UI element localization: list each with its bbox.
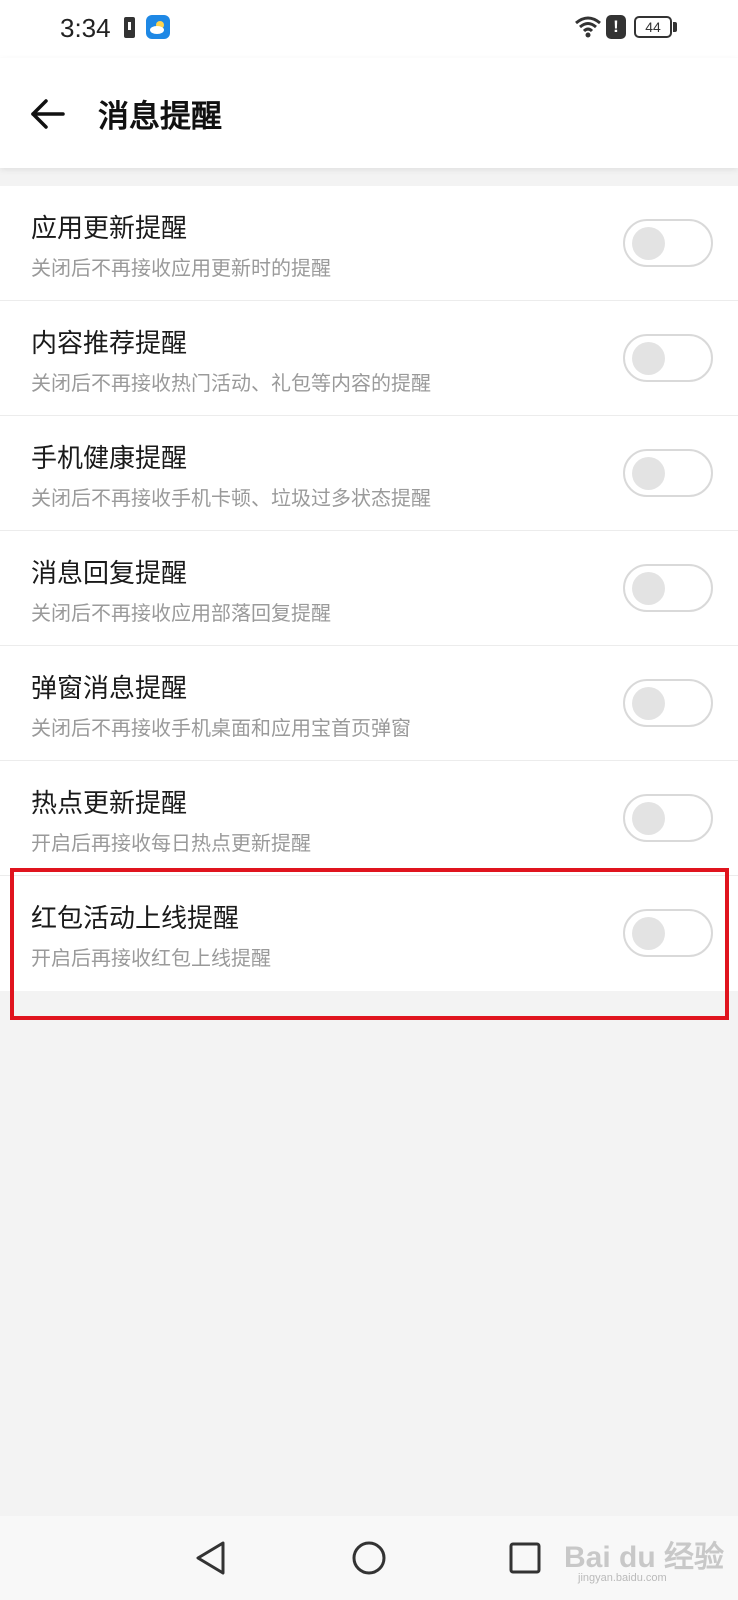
setting-title: 热点更新提醒: [31, 789, 188, 819]
wifi-icon: [574, 15, 602, 43]
battery-level: 44: [645, 19, 661, 35]
toggle-knob: [632, 227, 665, 260]
setting-row-app-update: 应用更新提醒 关闭后不再接收应用更新时的提醒: [0, 186, 738, 301]
setting-subtitle: 关闭后不再接收应用更新时的提醒: [31, 256, 331, 280]
toggle-knob: [632, 572, 665, 605]
phone-health-toggle[interactable]: [623, 449, 713, 497]
setting-title: 消息回复提醒: [31, 559, 188, 589]
popup-message-toggle[interactable]: [623, 679, 713, 727]
recents-square-icon: [509, 1542, 541, 1574]
setting-title: 应用更新提醒: [31, 214, 188, 244]
back-button[interactable]: [22, 88, 74, 140]
watermark-main: Bai du 经验: [564, 1541, 725, 1574]
message-reply-toggle[interactable]: [623, 564, 713, 612]
setting-row-message-reply: 消息回复提醒 关闭后不再接收应用部落回复提醒: [0, 531, 738, 646]
back-triangle-icon: [196, 1541, 225, 1575]
watermark-sub: jingyan.baidu.com: [578, 1572, 667, 1584]
setting-subtitle: 关闭后不再接收应用部落回复提醒: [31, 601, 331, 625]
setting-row-phone-health: 手机健康提醒 关闭后不再接收手机卡顿、垃圾过多状态提醒: [0, 416, 738, 531]
toggle-knob: [632, 457, 665, 490]
weather-icon: [146, 15, 170, 39]
status-bar: 3:34 ! 44: [0, 0, 738, 58]
setting-subtitle: 开启后再接收每日热点更新提醒: [31, 831, 311, 855]
nav-home-button[interactable]: [347, 1536, 391, 1580]
highlight-box: [10, 868, 729, 1020]
page-title: 消息提醒: [98, 99, 222, 135]
toggle-knob: [632, 342, 665, 375]
setting-subtitle: 关闭后不再接收热门活动、礼包等内容的提醒: [31, 371, 431, 395]
setting-title: 内容推荐提醒: [31, 329, 188, 359]
home-circle-icon: [352, 1541, 386, 1575]
arrow-left-icon: [31, 99, 65, 129]
toggle-knob: [632, 802, 665, 835]
battery-icon: 44: [634, 16, 672, 38]
status-time: 3:34: [60, 13, 111, 43]
setting-row-popup-message: 弹窗消息提醒 关闭后不再接收手机桌面和应用宝首页弹窗: [0, 646, 738, 761]
hot-update-toggle[interactable]: [623, 794, 713, 842]
setting-title: 手机健康提醒: [31, 444, 188, 474]
nav-back-button[interactable]: [189, 1536, 233, 1580]
alert-icon: !: [606, 15, 626, 39]
content-recommend-toggle[interactable]: [623, 334, 713, 382]
setting-row-hot-update: 热点更新提醒 开启后再接收每日热点更新提醒: [0, 761, 738, 876]
toggle-knob: [632, 687, 665, 720]
setting-title: 弹窗消息提醒: [31, 674, 188, 704]
app-bar: 消息提醒: [0, 58, 738, 168]
baidu-watermark: Bai du 经验 jingyan.baidu.com: [560, 1518, 730, 1598]
app-update-toggle[interactable]: [623, 219, 713, 267]
setting-subtitle: 关闭后不再接收手机桌面和应用宝首页弹窗: [31, 716, 411, 740]
battery-saver-icon: [124, 17, 135, 38]
battery-cap: [673, 22, 677, 32]
setting-subtitle: 关闭后不再接收手机卡顿、垃圾过多状态提醒: [31, 486, 431, 510]
nav-recents-button[interactable]: [503, 1536, 547, 1580]
setting-row-content-recommend: 内容推荐提醒 关闭后不再接收热门活动、礼包等内容的提醒: [0, 301, 738, 416]
